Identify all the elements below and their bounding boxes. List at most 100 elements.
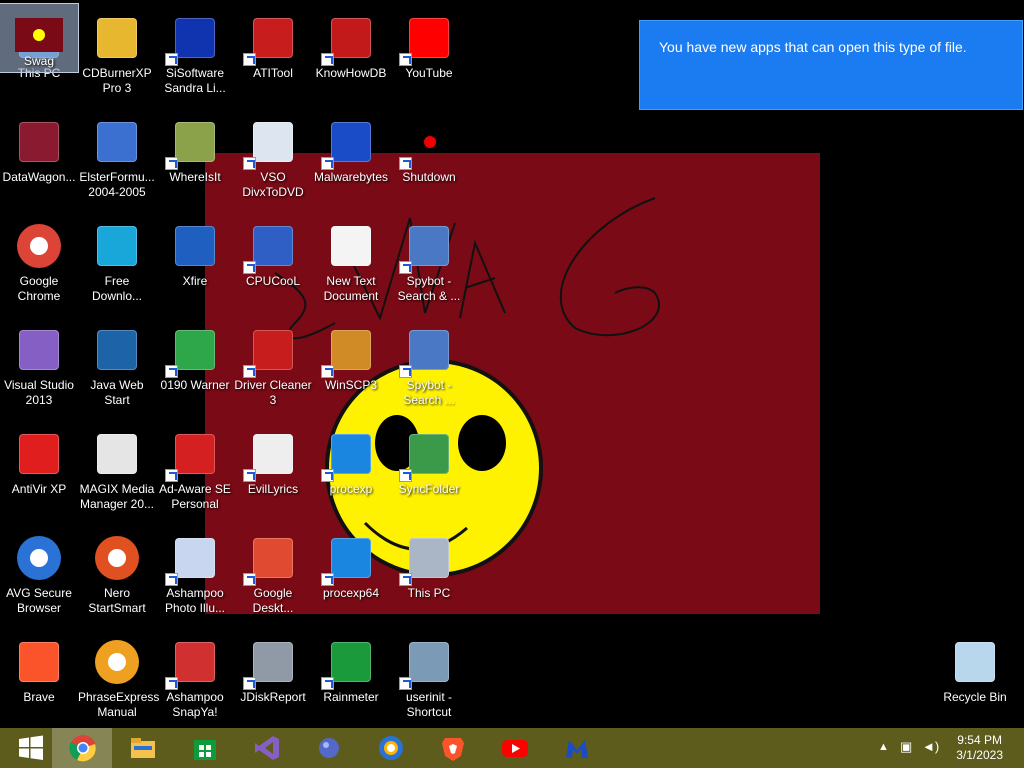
- volume-icon[interactable]: ◄): [922, 739, 939, 754]
- shortcut-arrow-icon: [321, 365, 334, 378]
- taskbar-app-button[interactable]: [298, 728, 358, 768]
- desktop-icon-spybot-search[interactable]: Spybot - Search & ...: [390, 212, 468, 312]
- desktop-icon-label: Ad-Aware SE Personal: [159, 482, 231, 511]
- desktop-icon-label: SiSoftware Sandra Li...: [164, 66, 226, 95]
- taskbar-avg-browser-button[interactable]: [360, 728, 420, 768]
- desktop-icon-antivir-xp[interactable]: AntiVir XP: [0, 420, 78, 520]
- shortcut-arrow-icon: [243, 573, 256, 586]
- visual-studio-icon: [255, 736, 279, 760]
- shortcut-arrow-icon: [165, 157, 178, 170]
- network-icon[interactable]: ▣: [900, 739, 912, 755]
- desktop-icon-malwarebytes[interactable]: Malwarebytes: [312, 108, 390, 208]
- shortcut-arrow-icon: [243, 53, 256, 66]
- xfire-icon: [171, 222, 219, 270]
- desktop-icon-label: ATITool: [253, 66, 293, 80]
- taskbar-youtube-button[interactable]: [484, 728, 544, 768]
- shortcut-arrow-icon: [243, 469, 256, 482]
- desktop-icon-jdiskreport[interactable]: JDiskReport: [234, 628, 312, 728]
- taskbar-visual-studio-button[interactable]: [236, 728, 296, 768]
- taskbar-malwarebytes-button[interactable]: [546, 728, 606, 768]
- desktop-icon-youtube[interactable]: YouTube: [390, 4, 468, 104]
- desktop-icon-winscp3[interactable]: WinSCP3: [312, 316, 390, 416]
- desktop-icon-swag[interactable]: Swag: [0, 3, 79, 73]
- desktop-icon-label: YouTube: [405, 66, 453, 80]
- desktop-icon-phraseexpress-manual[interactable]: PhraseExpress Manual: [78, 628, 159, 728]
- desktop-icon-nero-startsmart[interactable]: Nero StartSmart: [78, 524, 156, 624]
- shortcut-arrow-icon: [165, 677, 178, 690]
- desktop-icon-free-downlo[interactable]: Free Downlo...: [78, 212, 156, 312]
- desktop-icon-label: WhereIsIt: [169, 170, 221, 184]
- app-notification-toast[interactable]: You have new apps that can open this typ…: [639, 20, 1023, 110]
- desktop-icon-label: MAGIX Media Manager 20...: [79, 482, 155, 511]
- desktop-icon-datawagon[interactable]: DataWagon...: [0, 108, 78, 208]
- nero-icon: [93, 534, 141, 582]
- desktop-icon-shutdown[interactable]: Shutdown: [390, 108, 468, 208]
- desktop-icon-ashampoo-snapya[interactable]: Ashampoo SnapYa!: [156, 628, 234, 728]
- desktop-icon-vso-divxtodvd[interactable]: VSO DivxToDVD: [234, 108, 312, 208]
- sandra-icon: [165, 14, 219, 66]
- desktop-icon-label: New Text Document: [323, 274, 379, 303]
- pc-settings-icon: [399, 534, 453, 586]
- procexp-icon: [321, 430, 375, 482]
- taskbar-store-button[interactable]: [174, 728, 234, 768]
- malwarebytes-icon: [321, 118, 375, 170]
- magix-icon: [93, 430, 141, 478]
- desktop-icon-syncfolder[interactable]: SyncFolder: [390, 420, 468, 520]
- shortcut-arrow-icon: [399, 261, 412, 274]
- desktop-icon-label: WinSCP3: [324, 378, 377, 392]
- desktop-icon-userinit-shortcut[interactable]: userinit - Shortcut: [390, 628, 468, 728]
- shortcut-arrow-icon: [321, 157, 334, 170]
- taskbar-brave-button[interactable]: [422, 728, 482, 768]
- desktop-icon-0190-warner[interactable]: 0190 Warner: [156, 316, 234, 416]
- taskbar-file-explorer-button[interactable]: [112, 728, 172, 768]
- desktop-icon-procexp64[interactable]: procexp64: [312, 524, 390, 624]
- syncfolder-icon: [399, 430, 453, 482]
- desktop-icon-recycle-bin[interactable]: Recycle Bin: [936, 628, 1014, 728]
- desktop-icon-java-web-start[interactable]: Java Web Start: [78, 316, 156, 416]
- avg-browser-icon: [15, 534, 63, 582]
- desktop-icon-whereisit[interactable]: WhereIsIt: [156, 108, 234, 208]
- desktop-icon-driver-cleaner-3[interactable]: Driver Cleaner 3: [234, 316, 312, 416]
- show-hidden-icons-icon[interactable]: ▲: [878, 741, 889, 753]
- desktop-icon-visual-studio-2013[interactable]: Visual Studio 2013: [0, 316, 78, 416]
- desktop-icon-cpucool[interactable]: CPUCooL: [234, 212, 312, 312]
- taskbar-clock[interactable]: 9:54 PM 3/1/2023: [956, 733, 1003, 763]
- desktop-icon-knowhowdb[interactable]: KnowHowDB: [312, 4, 390, 104]
- text-document-icon: [327, 222, 375, 270]
- desktop-icon-sisoftware-sandra-li[interactable]: SiSoftware Sandra Li...: [156, 4, 234, 104]
- desktop-icon-google-deskt[interactable]: Google Deskt...: [234, 524, 312, 624]
- desktop-icon-spybot-search[interactable]: Spybot - Search ...: [390, 316, 468, 416]
- desktop-icon-label: VSO DivxToDVD: [242, 170, 304, 199]
- desktop-icon-label: SyncFolder: [398, 482, 460, 496]
- youtube-icon: [399, 14, 453, 66]
- desktop-icon-google-chrome[interactable]: Google Chrome: [0, 212, 78, 312]
- desktop-icon-rainmeter[interactable]: Rainmeter: [312, 628, 390, 728]
- clock-date: 3/1/2023: [956, 748, 1003, 762]
- antivir-icon: [15, 430, 63, 478]
- desktop-icon-procexp[interactable]: procexp: [312, 420, 390, 520]
- desktop-icon-magix-media-manager-20[interactable]: MAGIX Media Manager 20...: [78, 420, 156, 520]
- taskbar-chrome-button[interactable]: [52, 728, 112, 768]
- desktop-icon-label: Driver Cleaner 3: [234, 378, 312, 407]
- shortcut-arrow-icon: [165, 365, 178, 378]
- desktop-icon-label: Xfire: [182, 274, 208, 288]
- desktop-icon-ad-aware-se-personal[interactable]: Ad-Aware SE Personal: [156, 420, 234, 520]
- desktop-icon-brave[interactable]: Brave: [0, 628, 78, 728]
- shutdown-icon: [399, 118, 453, 170]
- desktop-icon-xfire[interactable]: Xfire: [156, 212, 234, 312]
- clock-time: 9:54 PM: [957, 733, 1002, 747]
- swag-image-icon: [15, 18, 63, 52]
- shortcut-arrow-icon: [321, 469, 334, 482]
- desktop-icon-label: userinit - Shortcut: [405, 690, 452, 719]
- desktop-icon-cdburnerxp-pro-3[interactable]: CDBurnerXP Pro 3: [78, 4, 156, 104]
- jdiskreport-icon: [243, 638, 297, 690]
- start-button[interactable]: [0, 728, 60, 768]
- desktop-icon-this-pc[interactable]: This PC: [390, 524, 468, 624]
- desktop-icon-new-text-document[interactable]: New Text Document: [312, 212, 390, 312]
- desktop-icon-atitool[interactable]: ATITool: [234, 4, 312, 104]
- desktop-icon-avg-secure-browser[interactable]: AVG Secure Browser: [0, 524, 78, 624]
- desktop-icon-evillyrics[interactable]: EvilLyrics: [234, 420, 312, 520]
- desktop-icon-ashampoo-photo-illu[interactable]: Ashampoo Photo Illu...: [156, 524, 234, 624]
- desktop-icon-elsterformu-2004-2005[interactable]: ElsterFormu... 2004-2005: [78, 108, 156, 208]
- datawagon-icon: [15, 118, 63, 166]
